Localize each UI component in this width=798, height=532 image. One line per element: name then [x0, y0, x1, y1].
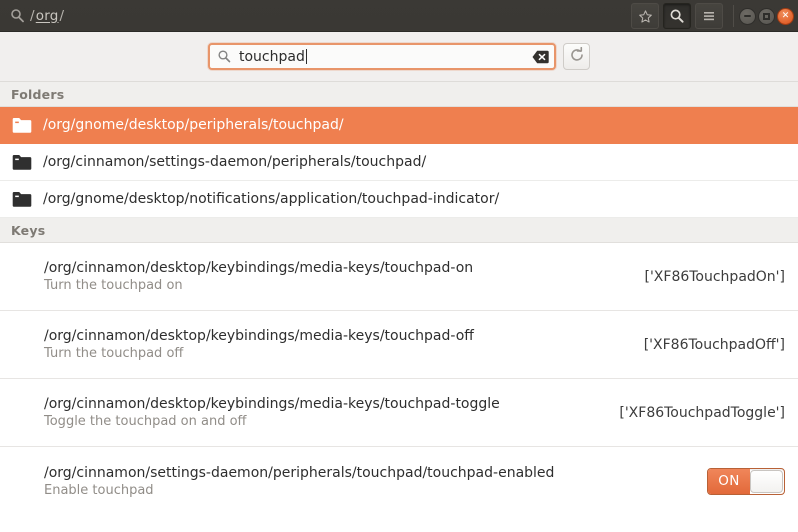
section-header-folders: Folders	[0, 82, 798, 107]
maximize-button[interactable]	[758, 7, 775, 25]
key-path: /org/cinnamon/settings-daemon/peripheral…	[44, 464, 555, 481]
breadcrumb: / org /	[0, 8, 64, 24]
clear-search-button[interactable]	[532, 49, 549, 64]
key-row[interactable]: /org/cinnamon/desktop/keybindings/media-…	[0, 379, 798, 447]
folder-icon	[12, 191, 32, 208]
key-description: Enable touchpad	[44, 482, 154, 498]
key-value[interactable]: ['XF86TouchpadToggle']	[605, 405, 785, 421]
key-path: /org/cinnamon/desktop/keybindings/media-…	[44, 396, 500, 412]
search-icon	[217, 49, 232, 64]
search-toggle-button[interactable]	[663, 3, 691, 29]
close-icon: ✕	[781, 10, 790, 21]
menu-button[interactable]	[695, 3, 723, 29]
breadcrumb-separator-trailing: /	[59, 7, 65, 24]
search-icon	[669, 8, 685, 24]
star-icon	[638, 9, 653, 24]
text-caret	[305, 48, 307, 64]
minimize-icon	[744, 15, 751, 17]
key-info: /org/cinnamon/desktop/keybindings/media-…	[44, 260, 473, 293]
toggle-knob	[750, 469, 783, 493]
key-description: Turn the touchpad on	[44, 278, 183, 293]
breadcrumb-link-org[interactable]: org	[36, 8, 59, 24]
maximize-icon	[763, 12, 770, 20]
folder-row[interactable]: /org/gnome/desktop/peripherals/touchpad/	[0, 107, 798, 144]
folder-path: /org/cinnamon/settings-daemon/peripheral…	[43, 154, 427, 170]
titlebar-actions: ✕	[631, 0, 794, 32]
folder-icon	[12, 117, 32, 134]
folder-icon	[12, 154, 32, 171]
key-path: /org/cinnamon/desktop/keybindings/media-…	[44, 260, 474, 276]
key-description: Toggle the touchpad on and off	[44, 414, 247, 429]
search-icon	[10, 8, 25, 23]
key-value[interactable]: ['XF86TouchpadOff']	[630, 337, 785, 353]
refresh-button[interactable]	[563, 43, 590, 70]
key-row[interactable]: /org/cinnamon/desktop/keybindings/media-…	[0, 311, 798, 379]
window-titlebar: / org / ✕	[0, 0, 798, 32]
key-info: /org/cinnamon/desktop/keybindings/media-…	[44, 396, 500, 429]
key-row[interactable]: /org/cinnamon/desktop/keybindings/media-…	[0, 243, 798, 311]
search-input[interactable]: touchpad	[208, 43, 556, 70]
breadcrumb-separator-leading: /	[30, 7, 35, 24]
folder-row[interactable]: /org/gnome/desktop/notifications/applica…	[0, 181, 798, 218]
toggle-state-label: ON	[708, 468, 750, 494]
results-list: Folders /org/gnome/desktop/peripherals/t…	[0, 82, 798, 515]
search-input-value: touchpad	[239, 48, 305, 65]
key-path: /org/cinnamon/desktop/keybindings/media-…	[44, 328, 474, 344]
touchpad-enabled-toggle[interactable]: ON	[707, 467, 785, 495]
folder-row[interactable]: /org/cinnamon/settings-daemon/peripheral…	[0, 144, 798, 181]
key-info: /org/cinnamon/settings-daemon/peripheral…	[44, 465, 554, 498]
close-button[interactable]: ✕	[777, 7, 794, 25]
minimize-button[interactable]	[739, 7, 756, 25]
key-description: Turn the touchpad off	[44, 346, 184, 361]
folder-path: /org/gnome/desktop/notifications/applica…	[43, 191, 500, 207]
key-info: /org/cinnamon/desktop/keybindings/media-…	[44, 328, 474, 361]
bookmark-button[interactable]	[631, 3, 659, 29]
window-controls: ✕	[733, 5, 794, 27]
folder-path: /org/gnome/desktop/peripherals/touchpad/	[43, 117, 344, 133]
refresh-icon	[569, 46, 585, 67]
section-header-keys: Keys	[0, 218, 798, 243]
hamburger-menu-icon	[702, 9, 716, 23]
key-row[interactable]: /org/cinnamon/settings-daemon/peripheral…	[0, 447, 798, 515]
search-bar: touchpad	[0, 32, 798, 82]
key-value[interactable]: ['XF86TouchpadOn']	[630, 269, 785, 285]
